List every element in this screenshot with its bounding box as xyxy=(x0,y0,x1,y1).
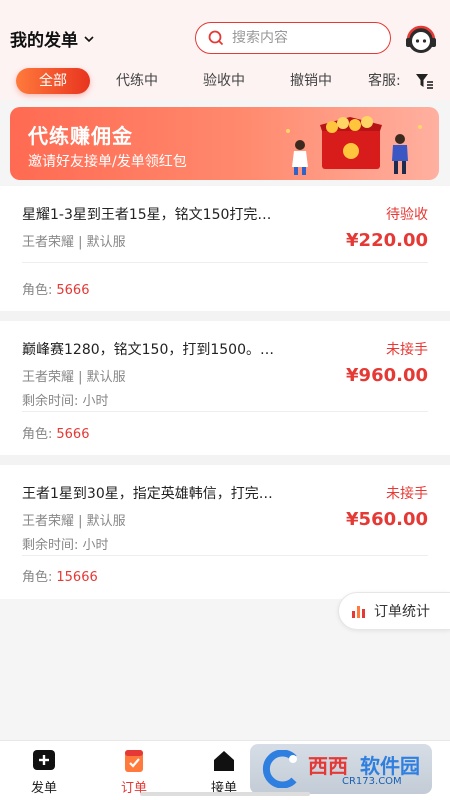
remaining-time: 剩余时间: 小时 xyxy=(22,538,109,553)
order-title: 王者1星到30星，指定英雄韩信，打完… xyxy=(22,486,273,502)
order-status: 待验收 xyxy=(386,207,428,223)
order-icon xyxy=(125,750,143,772)
card-gap xyxy=(0,311,450,321)
watermark-c-icon xyxy=(262,750,297,788)
red-envelope-illustration xyxy=(286,116,422,175)
divider xyxy=(22,555,428,556)
order-card-1[interactable]: 星耀1-3星到王者15星，铭文150打完… 待验收 王者荣耀 | 默认服 ¥22… xyxy=(0,186,450,311)
divider xyxy=(22,262,428,263)
banner-subtitle: 邀请好友接单/发单领红包 xyxy=(28,154,187,170)
divider xyxy=(22,411,428,412)
order-card-2[interactable]: 巅峰赛1280，铭文150，打到1500。… 未接手 王者荣耀 | 默认服 ¥9… xyxy=(0,321,450,455)
receive-icon xyxy=(214,751,234,771)
order-title: 巅峰赛1280，铭文150，打到1500。… xyxy=(22,342,274,358)
role-value: 15666 xyxy=(56,570,98,585)
tab-acceptance[interactable]: 验收中 xyxy=(203,68,245,94)
watermark-brand: 西西 xyxy=(308,754,348,778)
role-line: 角色: 5666 xyxy=(22,423,89,442)
status-tabs: 全部 代练中 验收中 撤销中 客服: xyxy=(0,62,450,100)
watermark-brand-2: 软件园 xyxy=(360,754,420,778)
role-line: 角色: 5666 xyxy=(22,279,89,298)
role-value: 5666 xyxy=(56,427,90,442)
order-title: 星耀1-3星到王者15星，铭文150打完… xyxy=(22,207,272,223)
nav-label: 发单 xyxy=(30,781,57,796)
role-label: 角色: xyxy=(22,283,53,298)
chevron-down-icon xyxy=(84,35,94,42)
order-price: ¥560.00 xyxy=(346,509,428,530)
promo-banner[interactable]: 代练赚佣金 邀请好友接单/发单领红包 xyxy=(10,107,439,180)
role-value: 5666 xyxy=(56,283,90,298)
role-label: 角色: xyxy=(22,570,53,585)
bar-chart-icon xyxy=(352,606,365,618)
role-line: 角色: 15666 xyxy=(22,566,98,585)
game-server: 王者荣耀 | 默认服 xyxy=(22,235,126,250)
order-stats-button[interactable]: 订单统计 xyxy=(338,592,450,630)
order-price: ¥960.00 xyxy=(346,365,428,386)
order-status: 未接手 xyxy=(386,342,428,358)
watermark-logo: 西西 软件园 CR173.COM xyxy=(250,744,432,794)
role-label: 角色: xyxy=(22,427,53,442)
page-title: 我的发单 xyxy=(10,31,78,51)
order-status: 未接手 xyxy=(386,486,428,502)
search-box[interactable] xyxy=(195,22,391,54)
search-input[interactable] xyxy=(232,30,372,46)
top-header: 我的发单 xyxy=(0,0,450,62)
order-type-dropdown[interactable]: 我的发单 xyxy=(10,26,94,51)
remaining-time: 剩余时间: 小时 xyxy=(22,394,109,409)
order-card-3[interactable]: 王者1星到30星，指定英雄韩信，打完… 未接手 王者荣耀 | 默认服 ¥560.… xyxy=(0,465,450,599)
tab-customer-service[interactable]: 客服: xyxy=(368,68,401,94)
game-server: 王者荣耀 | 默认服 xyxy=(22,370,126,385)
filter-icon[interactable] xyxy=(414,71,434,91)
plus-icon xyxy=(33,750,55,770)
tab-in-progress[interactable]: 代练中 xyxy=(116,68,158,94)
tab-revoking[interactable]: 撤销中 xyxy=(290,68,332,94)
watermark-domain: CR173.COM xyxy=(342,776,402,787)
order-price: ¥220.00 xyxy=(346,230,428,251)
card-gap xyxy=(0,455,450,465)
game-server: 王者荣耀 | 默认服 xyxy=(22,514,126,529)
tab-all[interactable]: 全部 xyxy=(16,68,90,94)
order-stats-label: 订单统计 xyxy=(374,604,430,620)
home-indicator xyxy=(140,792,310,796)
nav-publish[interactable]: 发单 xyxy=(14,741,74,800)
search-icon xyxy=(208,30,224,46)
customer-service-icon[interactable] xyxy=(402,20,440,58)
banner-title: 代练赚佣金 xyxy=(28,124,133,148)
